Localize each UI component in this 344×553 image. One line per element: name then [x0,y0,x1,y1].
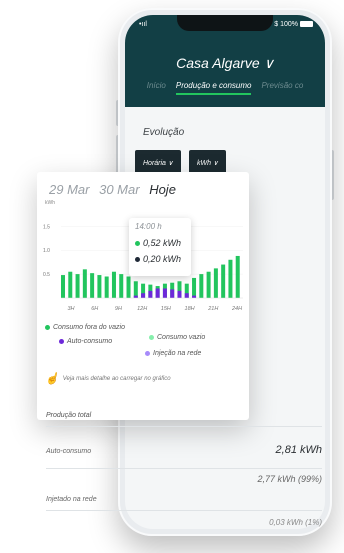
bar-auto-consumo [170,289,175,298]
green-dot-icon [135,241,140,247]
legend-item-injecao: Injeção na rede [145,350,201,357]
legend-item-consumo-fora: Consumo fora do vazio [45,324,125,331]
app-header: •ııl $ 100% Casa Algarve ∨ Início Produç… [125,15,325,107]
tooltip-time: 14:00 h [135,222,162,231]
tooltip-dark-value: 0,20 kWh [143,254,182,264]
bar-auto-consumo [177,290,182,298]
summary-heading: Produção total [46,412,92,419]
bar-consumo-fora [82,269,87,298]
bar-consumo-fora [61,275,66,298]
y-tick-label: 1.0 [43,248,50,254]
x-tick-label: 15H [161,306,171,312]
bar-consumo-fora [206,271,211,298]
x-tick-label: 18H [185,306,195,312]
tab-producao-consumo[interactable]: Produção e consumo [175,81,252,95]
legend-label: Consumo vazio [157,334,206,341]
tooltip-green-value: 0,52 kWh [143,238,182,248]
bar-auto-consumo [184,293,189,298]
date-tabs: 29 Mar 30 Mar Hoje [49,182,176,197]
summary-row-label: Auto-consumo [46,448,92,455]
bar-consumo-fora [213,268,218,298]
battery-label: $ 100% [274,21,298,28]
battery-status: $ 100% [274,21,313,28]
x-tick-label: 21H [207,306,218,312]
status-bar: •ııl $ 100% [139,21,313,28]
date-tab-30-mar[interactable]: 30 Mar [99,182,139,197]
bar-consumo-fora [235,255,240,298]
bar-consumo-fora [111,271,116,298]
x-tick-label: 24H [231,306,242,312]
section-title: Evolução [143,127,185,138]
bar-consumo-fora [221,264,226,298]
hint-text: Veja mais detalhe ao carregar no gráfico [62,376,171,383]
bar-consumo-fora [90,273,95,298]
bar-consumo-fora [119,274,124,298]
y-tick-label: 0.5 [43,272,50,278]
divider [46,510,322,511]
battery-icon [300,21,313,28]
legend-label: Consumo fora do vazio [53,324,125,331]
tab-previsao[interactable]: Previsão co [261,81,303,95]
bar-consumo-fora [133,281,138,298]
purple-dot-icon [59,338,64,344]
green-dot-icon [45,324,50,330]
bar-consumo-fora [199,274,204,298]
hand-pointer-icon: ☝ [45,373,59,385]
bar-consumo-fora [97,275,102,298]
light-purple-dot-icon [145,350,150,356]
light-green-dot-icon [149,334,154,340]
date-tab-hoje[interactable]: Hoje [149,182,176,197]
bar-auto-consumo [162,288,167,298]
legend-item-auto-consumo: Auto-consumo [59,338,112,345]
bar-auto-consumo [155,288,160,298]
tab-bar: Início Produção e consumo Previsão co [125,81,325,95]
chart-hint: ☝ Veja mais detalhe ao carregar no gráfic… [45,372,171,385]
bar-consumo-fora [192,277,197,298]
bar-auto-consumo [133,295,138,298]
y-tick-label: 1.5 [43,224,50,230]
tab-inicio[interactable]: Início [147,81,166,95]
summary-row-value: 2,81 kWh [275,444,322,456]
location-selector[interactable]: Casa Algarve ∨ [125,55,325,72]
x-tick-label: 9H [115,306,122,312]
legend-label: Auto-consumo [67,338,113,345]
summary-row-label: Injetado na rede [46,496,97,503]
x-tick-label: 12H [137,306,147,312]
divider [46,426,322,427]
bar-consumo-fora [104,276,109,298]
tooltip-row-green: 0,52 kWh [135,238,181,248]
bar-consumo-fora [126,276,131,298]
divider [46,468,322,469]
legend-item-consumo-vazio: Consumo vazio [149,334,205,341]
summary-row-value: 2,77 kWh (99%) [257,474,322,484]
date-tab-29-mar[interactable]: 29 Mar [49,182,89,197]
chart-card: 29 Mar 30 Mar Hoje kWh 1.5 1.0 0.5 3H 6H 9H 12… [37,172,249,420]
chart-tooltip: 14:00 h 0,52 kWh 0,20 kWh [129,218,191,276]
bar-auto-consumo [148,290,153,298]
summary-row-value: 0,03 kWh (1%) [269,518,322,527]
bar-auto-consumo [192,295,197,298]
x-tick-label: 3H [67,306,74,312]
legend-label: Injeção na rede [153,350,202,357]
tooltip-row-dark: 0,20 kWh [135,254,181,264]
bar-consumo-fora [228,259,233,298]
signal-indicator: •ııl [139,21,147,28]
x-tick-label: 6H [91,306,98,312]
dark-dot-icon [135,257,140,263]
bar-auto-consumo [141,293,146,298]
bar-consumo-fora [75,274,80,298]
bar-consumo-fora [68,271,73,298]
